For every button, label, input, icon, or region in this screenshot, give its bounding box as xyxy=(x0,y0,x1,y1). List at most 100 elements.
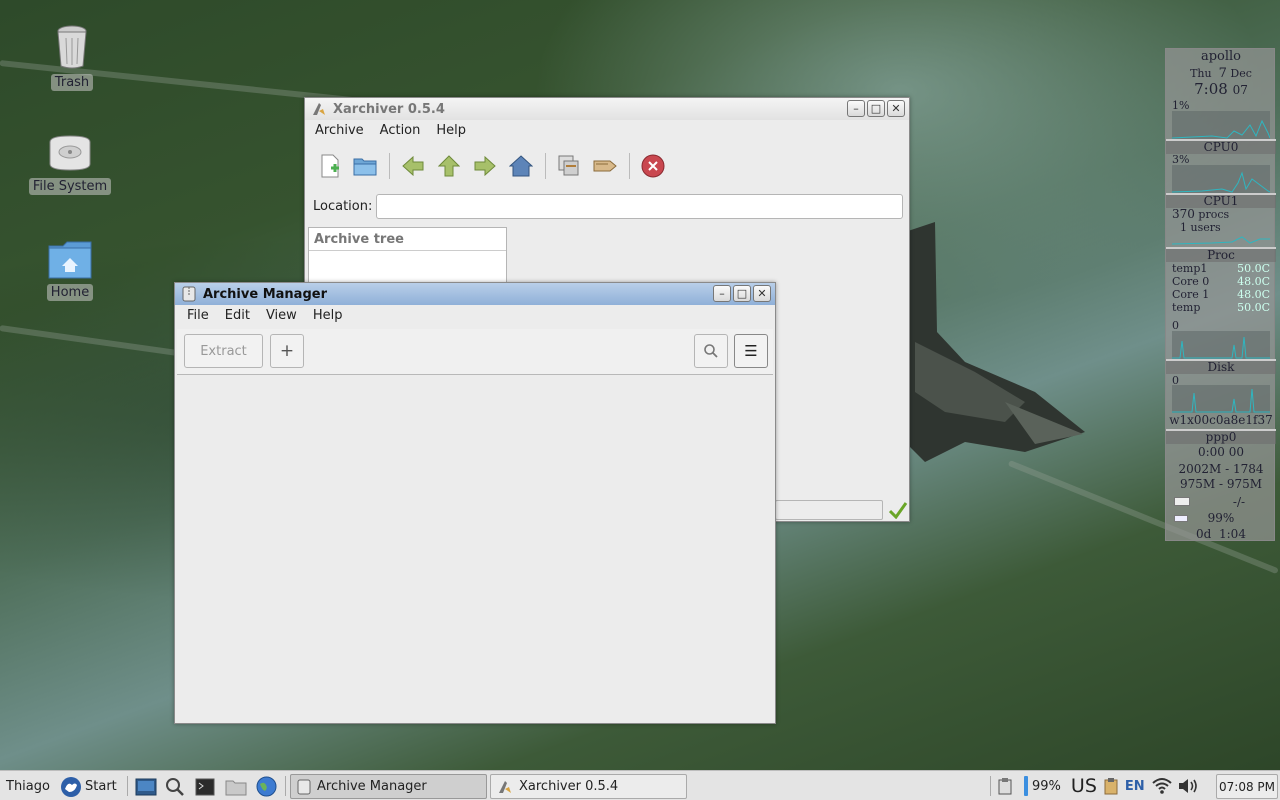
stop-icon xyxy=(641,154,665,178)
minimize-icon: – xyxy=(719,287,725,300)
search-icon xyxy=(166,777,184,796)
extract-button[interactable] xyxy=(556,153,582,179)
conky-time: 7:08 07 xyxy=(1166,81,1276,98)
volume-icon[interactable] xyxy=(1177,777,1199,795)
clipboard-manager-icon[interactable] xyxy=(1103,777,1119,795)
main-menu-button[interactable]: ☰ xyxy=(734,334,768,368)
show-desktop-icon xyxy=(135,778,157,795)
minimize-button[interactable]: – xyxy=(847,100,865,117)
archive-manager-menubar: File Edit View Help xyxy=(179,305,775,327)
new-archive-button[interactable] xyxy=(317,153,343,179)
clock[interactable]: 07:08 PM xyxy=(1216,774,1278,799)
conky-battery-value: 99% xyxy=(1207,511,1235,525)
archive-tree-panel[interactable]: Archive tree xyxy=(308,227,507,287)
menu-edit[interactable]: Edit xyxy=(217,305,258,327)
archive-tree-header[interactable]: Archive tree xyxy=(309,228,506,251)
task-xarchiver[interactable]: Xarchiver 0.5.4 xyxy=(490,774,687,799)
desktop-icon-label: Trash xyxy=(50,74,94,91)
conky-month: Dec xyxy=(1230,67,1252,80)
show-desktop-button[interactable] xyxy=(135,774,157,799)
task-archive-manager[interactable]: Archive Manager xyxy=(290,774,487,799)
conky-cpu1-label: CPU1 xyxy=(1166,193,1276,208)
task-label: Xarchiver 0.5.4 xyxy=(519,779,619,794)
keyboard-layout[interactable]: US xyxy=(1071,775,1097,797)
desktop-icon-label: File System xyxy=(28,178,112,195)
archive-manager-titlebar[interactable]: Archive Manager – □ ✕ xyxy=(175,283,775,305)
arrow-left-icon xyxy=(402,156,424,176)
conky-temp-value: 50.0C xyxy=(1237,262,1270,275)
menu-help[interactable]: Help xyxy=(428,120,474,142)
menu-help[interactable]: Help xyxy=(305,305,351,327)
conky-net-uptime-unit: 00 xyxy=(1228,445,1245,459)
wallpaper-jet xyxy=(905,222,1085,462)
conky-procs-count: 370 xyxy=(1172,207,1195,221)
desktop-icon-file-system[interactable]: File System xyxy=(25,134,115,195)
maximize-button[interactable]: □ xyxy=(733,285,751,302)
add-files-button[interactable] xyxy=(592,153,618,179)
web-browser-launcher[interactable] xyxy=(256,774,277,799)
conky-temp-row: temp 50.0C xyxy=(1172,301,1270,314)
desktop-icon-trash[interactable]: Trash xyxy=(27,24,117,91)
location-input[interactable] xyxy=(376,194,903,219)
home-button[interactable] xyxy=(508,153,534,179)
conky-uptime-days: 0d xyxy=(1196,527,1212,541)
search-launcher[interactable] xyxy=(165,774,185,799)
menu-archive[interactable]: Archive xyxy=(307,120,372,142)
extract-button[interactable]: Extract xyxy=(184,334,263,368)
conky-cpu1-graph xyxy=(1172,165,1270,193)
forward-button[interactable] xyxy=(472,153,498,179)
search-button[interactable] xyxy=(694,334,728,368)
start-button[interactable]: Start xyxy=(60,774,117,799)
conky-date-num: 7 xyxy=(1218,66,1227,81)
archive-manager-title: Archive Manager xyxy=(203,286,327,302)
conky-mail-value: -/- xyxy=(1232,495,1246,509)
archive-manager-window-controls: – □ ✕ xyxy=(713,285,771,302)
battery-icon xyxy=(1174,515,1188,522)
drive-icon xyxy=(49,135,91,171)
battery-level-icon[interactable] xyxy=(1024,776,1028,796)
xarchiver-titlebar[interactable]: Xarchiver 0.5.4 – □ ✕ xyxy=(305,98,909,120)
menu-view[interactable]: View xyxy=(258,305,305,327)
stop-button[interactable] xyxy=(640,153,666,179)
taskbar-separator xyxy=(285,776,286,796)
extract-button-label: Extract xyxy=(200,343,247,359)
battery-percent: 99% xyxy=(1032,778,1061,794)
conky-day: Thu xyxy=(1190,67,1212,80)
wifi-icon[interactable] xyxy=(1151,777,1173,795)
up-button[interactable] xyxy=(436,153,462,179)
conky-uptime: 0d 1:04 xyxy=(1166,527,1276,541)
start-label: Start xyxy=(85,779,117,794)
minimize-button[interactable]: – xyxy=(713,285,731,302)
back-button[interactable] xyxy=(400,153,426,179)
conky-uptime-hm: 1:04 xyxy=(1219,527,1246,541)
open-folder-icon xyxy=(353,158,377,176)
conky-procs: 370 procs xyxy=(1166,207,1276,222)
add-files-icon xyxy=(593,160,617,172)
maximize-button[interactable]: □ xyxy=(867,100,885,117)
close-button[interactable]: ✕ xyxy=(753,285,771,302)
conky-interface-id: w1x00c0a8e1f37 xyxy=(1169,413,1273,427)
conky-temp-name: temp xyxy=(1172,301,1201,314)
language-indicator[interactable]: EN xyxy=(1125,779,1145,794)
conky-proc-graph xyxy=(1172,331,1270,359)
open-archive-button[interactable] xyxy=(352,153,378,179)
task-label: Archive Manager xyxy=(317,779,427,794)
trash-icon xyxy=(57,25,87,69)
file-manager-launcher[interactable] xyxy=(225,774,247,799)
archive-manager-window: Archive Manager – □ ✕ File Edit View Hel… xyxy=(174,282,776,724)
toolbar-separator xyxy=(545,153,546,179)
add-files-button[interactable]: + xyxy=(270,334,304,368)
search-icon xyxy=(704,344,718,358)
archive-content-area[interactable] xyxy=(177,376,773,722)
new-archive-icon xyxy=(321,154,339,178)
menu-file[interactable]: File xyxy=(179,305,217,327)
desktop-icon-home[interactable]: Home xyxy=(25,240,115,301)
conky-temp-name: Core 1 xyxy=(1172,288,1210,301)
clipboard-icon[interactable] xyxy=(998,777,1012,795)
taskbar-user[interactable]: Thiago xyxy=(6,774,50,799)
terminal-launcher[interactable] xyxy=(195,774,215,799)
close-button[interactable]: ✕ xyxy=(887,100,905,117)
conky-temp-name: Core 0 xyxy=(1172,275,1210,288)
conky-disk-graph xyxy=(1172,385,1270,413)
menu-action[interactable]: Action xyxy=(372,120,429,142)
